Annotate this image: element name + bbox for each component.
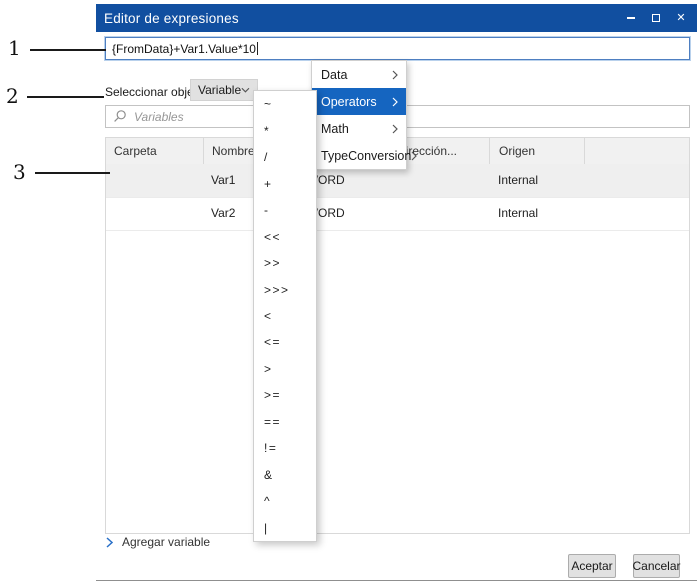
object-type-dropdown[interactable]: Variable [190, 79, 258, 101]
callout-number-2: 2 [6, 84, 19, 108]
screenshot-page: 1 2 3 Editor de expresiones ✕ {FromData}… [0, 0, 697, 588]
expression-text: {FromData}+Var1.Value*10 [112, 42, 256, 56]
operator-item[interactable]: - [254, 197, 316, 223]
text-caret [257, 42, 258, 55]
submenu-chevron-icon [392, 124, 398, 134]
menu-item-typeconversion[interactable]: TypeConversion [312, 142, 406, 169]
category-context-menu: Data Operators Math TypeConversion [311, 60, 407, 170]
maximize-icon[interactable] [649, 10, 663, 26]
operator-item[interactable]: * [254, 117, 316, 143]
operator-item[interactable]: < [254, 303, 316, 329]
submenu-chevron-icon [392, 97, 398, 107]
operator-item[interactable]: == [254, 409, 316, 435]
chevron-down-icon [241, 87, 250, 93]
column-header-carpeta[interactable]: Carpeta [106, 138, 203, 164]
add-variable-label: Agregar variable [122, 535, 210, 549]
variables-table: Carpeta Nombre Dirección... Origen Var1 … [105, 137, 690, 534]
accept-button[interactable]: Aceptar [568, 554, 616, 578]
callout-number-3: 3 [13, 160, 26, 184]
operator-item[interactable]: <= [254, 329, 316, 355]
search-placeholder: Variables [134, 110, 184, 124]
select-object-label: Seleccionar objeto [105, 85, 204, 99]
dialog-title: Editor de expresiones [104, 11, 239, 26]
search-icon [112, 109, 127, 124]
cell-origen: Internal [498, 197, 538, 230]
cell-nombre: Var1 [211, 164, 235, 197]
operator-item[interactable]: >> [254, 250, 316, 276]
callout-line-2 [27, 96, 104, 98]
operator-item[interactable]: | [254, 515, 316, 541]
menu-item-operators[interactable]: Operators [312, 88, 406, 115]
callout-line-1 [30, 49, 106, 51]
operator-item[interactable]: / [254, 144, 316, 170]
title-bar: Editor de expresiones ✕ [96, 4, 697, 32]
menu-item-math[interactable]: Math [312, 115, 406, 142]
column-header-empty[interactable] [584, 138, 690, 164]
submenu-chevron-icon [392, 70, 398, 80]
minimize-icon[interactable] [624, 10, 638, 26]
add-variable-link[interactable]: Agregar variable [106, 535, 210, 549]
operator-item[interactable]: > [254, 356, 316, 382]
callout-number-1: 1 [8, 36, 21, 60]
operator-item[interactable]: ^ [254, 488, 316, 514]
operator-item[interactable]: ~ [254, 91, 316, 117]
callout-line-3 [35, 172, 110, 174]
operators-submenu: ~ * / + - << >> >>> < <= > >= == != & ^ … [253, 90, 317, 542]
operator-item[interactable]: & [254, 462, 316, 488]
operator-item[interactable]: >>> [254, 276, 316, 302]
submenu-chevron-icon [411, 151, 417, 161]
menu-item-data[interactable]: Data [312, 61, 406, 88]
table-row-var2[interactable]: Var2 DWORD Internal [106, 197, 689, 231]
cell-origen: Internal [498, 164, 538, 197]
window-controls: ✕ [624, 10, 688, 26]
chevron-right-icon [106, 537, 113, 548]
dropdown-value: Variable [198, 83, 241, 97]
cell-nombre: Var2 [211, 197, 235, 230]
expression-input[interactable]: {FromData}+Var1.Value*10 [105, 37, 690, 60]
column-header-origen[interactable]: Origen [489, 138, 584, 164]
operator-item[interactable]: != [254, 435, 316, 461]
close-icon[interactable]: ✕ [674, 10, 688, 26]
operator-item[interactable]: + [254, 170, 316, 196]
operator-item[interactable]: >= [254, 382, 316, 408]
cancel-button[interactable]: Cancelar [633, 554, 680, 578]
operator-item[interactable]: << [254, 223, 316, 249]
